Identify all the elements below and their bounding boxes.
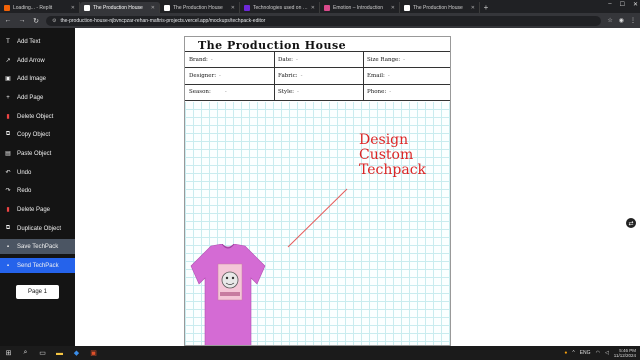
wifi-icon[interactable]: ◠ [596,350,600,356]
plus-icon: + [6,94,10,101]
back-icon[interactable]: ← [4,17,12,24]
clipboard-icon: ▤ [5,151,11,157]
tshirt-mockup[interactable] [189,244,267,346]
page-1-button[interactable]: Page 1 [16,285,59,299]
sidebar-item-label: Add Text [17,38,41,45]
trash-icon: ▮ [6,207,10,213]
os-taskbar: ⊞ ⌕ ▭ ▬ ◆ ▣ ● ^ ENG ◠ ◁ 5:46 PM 11/12/20… [0,346,640,360]
close-tab-icon[interactable]: ✕ [71,5,75,11]
site-favicon-icon [404,4,410,11]
language-indicator[interactable]: ENG [580,350,591,356]
sidebar-item-label: Redo [17,187,32,194]
profile-icon[interactable]: ◉ [619,17,624,24]
more-menu-icon[interactable]: ⋮ [630,17,636,24]
close-tab-icon[interactable]: ✕ [471,5,475,11]
add-arrow-button[interactable]: ↗ Add Arrow [0,53,75,68]
paste-object-button[interactable]: ▤ Paste Object [0,146,75,161]
undo-icon: ↶ [5,170,11,176]
chevron-up-icon[interactable]: ^ [572,350,574,356]
sidebar-item-label: Add Image [17,75,47,82]
copy-object-button[interactable]: ⧉ Copy Object [0,127,75,142]
sidebar-item-label: Add Page [17,94,44,101]
browser-tab[interactable]: The Production House ✕ [400,2,480,13]
redo-icon: ↷ [5,188,11,194]
sidebar-item-label: Copy Object [17,131,51,138]
add-text-button[interactable]: T Add Text [0,34,75,49]
copy-icon: ⧉ [5,131,11,137]
site-favicon-icon [244,4,250,11]
search-icon[interactable]: ⌕ [21,349,30,358]
site-favicon-icon [84,4,90,11]
duplicate-object-button[interactable]: ⧉ Duplicate Object [0,221,75,236]
browser-tab[interactable]: Technologies used on wordpress ✕ [240,2,320,13]
file-explorer-icon[interactable]: ▬ [55,349,64,358]
close-tab-icon[interactable]: ✕ [391,5,395,11]
url-field[interactable]: ⚙ the-production-house-njbvncpzar-rehan-… [46,15,602,26]
reload-icon[interactable]: ↻ [32,17,40,25]
add-image-button[interactable]: ▣ Add Image [0,71,75,86]
close-tab-icon[interactable]: ✕ [311,5,315,11]
trash-icon: ▮ [6,114,10,120]
bookmark-star-icon[interactable]: ☆ [607,17,612,24]
system-tray: ● ^ ENG ◠ ◁ 5:46 PM 11/12/2024 [564,348,636,358]
browser-tab[interactable]: Loading... - Replit ✕ [0,2,80,13]
replit-favicon-icon [4,4,10,11]
address-bar: ← → ↻ ⚙ the-production-house-njbvncpzar-… [0,13,640,28]
arrow-icon: ↗ [5,58,11,64]
sidebar-item-label: Save TechPack [17,243,59,250]
duplicate-icon: ⧉ [5,225,11,231]
close-window-icon[interactable]: ✕ [633,1,638,8]
redo-button[interactable]: ↷ Redo [0,183,75,198]
send-techpack-button[interactable]: ▪ Send TechPack [0,258,75,273]
sidebar-item-label: Delete Page [17,206,51,213]
minimize-icon[interactable]: – [608,1,611,8]
clock[interactable]: 5:46 PM 11/12/2024 [614,348,636,358]
sidebar-item-label: Undo [17,169,32,176]
sidebar-item-label: Paste Object [17,150,52,157]
sidebar-item-label: Duplicate Object [17,225,62,232]
browser-tab[interactable]: Emotion – Introduction ✕ [320,2,400,13]
techpack-page[interactable]: The Production House Brand: - Date: - Size… [184,36,451,346]
task-view-icon[interactable]: ▭ [38,349,47,358]
browser-tab-active[interactable]: The Production House ✕ [80,2,160,13]
volume-icon[interactable]: ◁ [605,350,609,356]
close-tab-icon[interactable]: ✕ [151,5,155,11]
text-icon: T [6,38,10,45]
send-icon: ▪ [6,262,10,269]
save-techpack-button[interactable]: ▪ Save TechPack [0,239,75,254]
save-icon: ▪ [6,243,10,250]
windows-start-icon[interactable]: ⊞ [4,349,13,358]
delete-object-button[interactable]: ▮ Delete Object [0,109,75,124]
maximize-icon[interactable]: ☐ [620,1,625,8]
app-icon[interactable]: ▣ [89,349,98,358]
new-tab-button[interactable]: + [480,2,492,13]
sidebar-item-label: Send TechPack [17,262,59,269]
url-text: the-production-house-njbvncpzar-rehan-ma… [60,17,266,24]
site-info-icon[interactable]: ⚙ [52,18,56,24]
close-tab-icon[interactable]: ✕ [231,5,235,11]
editor-canvas: The Production House Brand: - Date: - Size… [75,28,640,346]
floating-tool-icon[interactable]: ⇄ [626,218,636,228]
site-favicon-icon [324,4,330,11]
sidebar-item-label: Delete Object [17,113,54,120]
browser-tab-bar: Loading... - Replit ✕ The Production Hou… [0,0,640,13]
sidebar-item-label: Add Arrow [17,57,45,64]
window-controls: – ☐ ✕ [608,1,638,8]
image-icon: ▣ [5,76,11,82]
delete-page-button[interactable]: ▮ Delete Page [0,202,75,217]
add-page-button[interactable]: + Add Page [0,90,75,105]
browser-tab[interactable]: The Production House ✕ [160,2,240,13]
vscode-icon[interactable]: ◆ [72,349,81,358]
weather-icon[interactable]: ● [564,350,567,356]
editor-sidebar: T Add Text ↗ Add Arrow ▣ Add Image + Add… [0,28,75,346]
site-favicon-icon [164,4,170,11]
forward-icon[interactable]: → [18,17,26,24]
undo-button[interactable]: ↶ Undo [0,165,75,180]
